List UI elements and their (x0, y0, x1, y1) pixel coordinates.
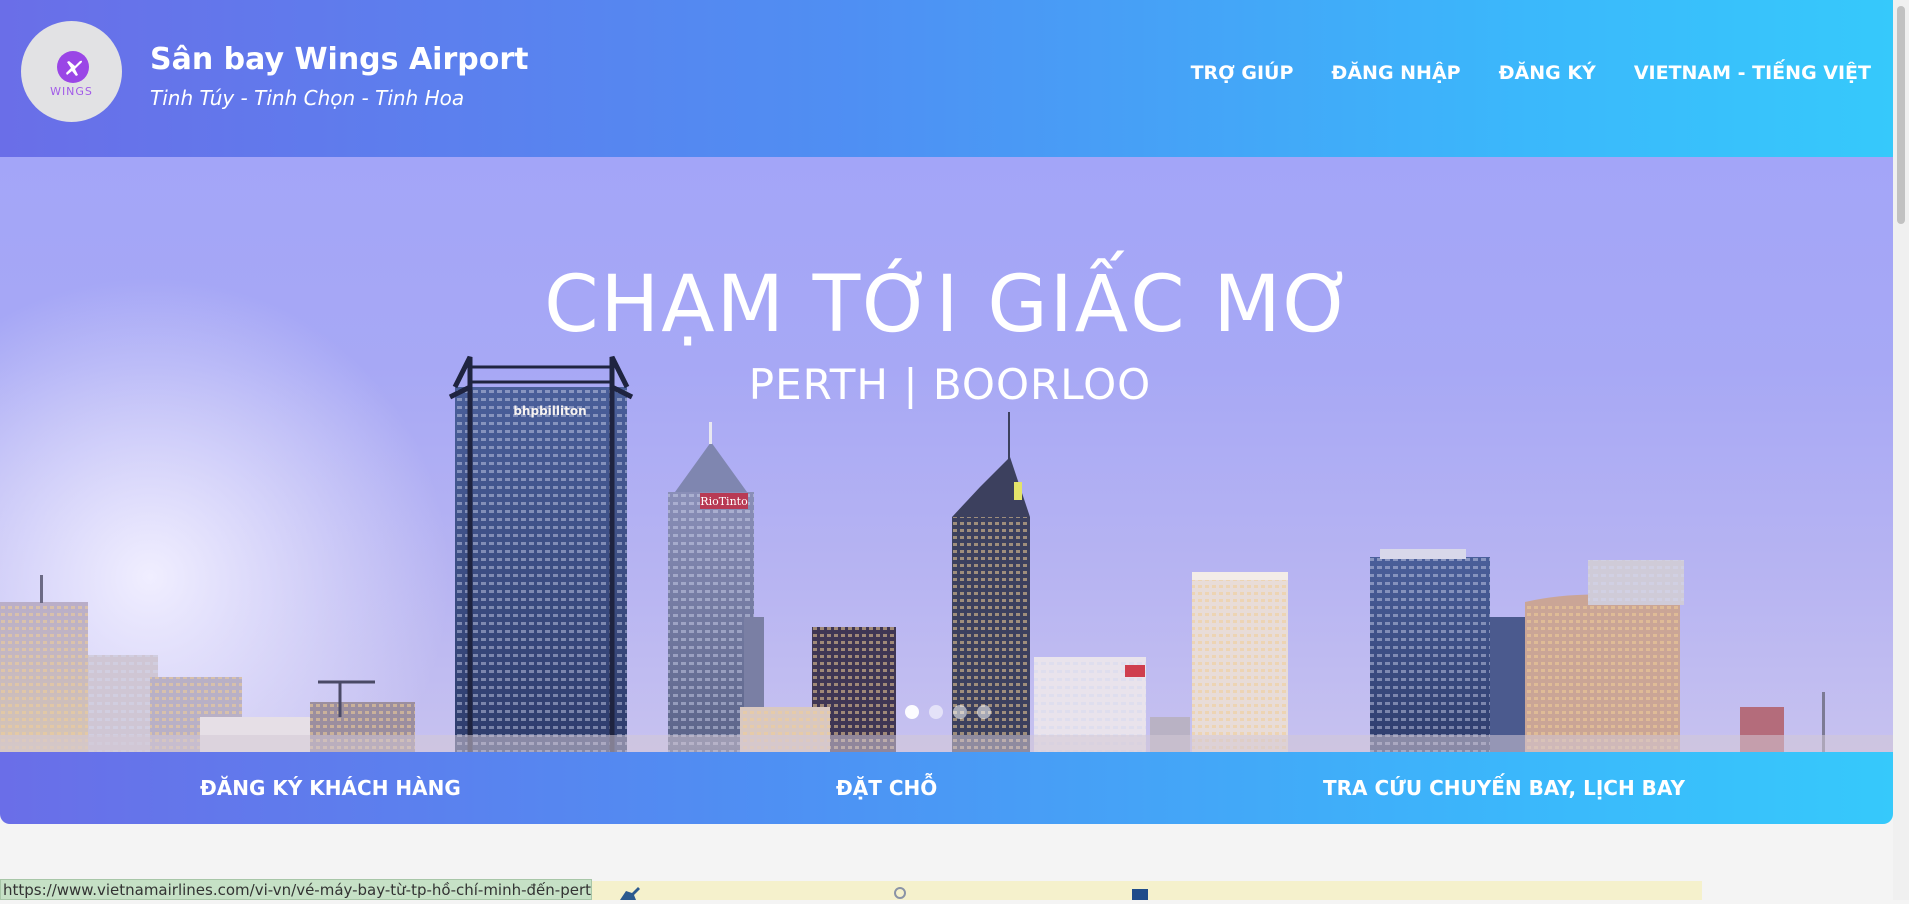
slider-dot-1[interactable] (905, 705, 919, 719)
location-icon[interactable] (894, 887, 906, 899)
slider-dot-3[interactable] (953, 705, 967, 719)
slider-dot-4[interactable] (977, 705, 991, 719)
flight-icon[interactable] (620, 887, 640, 900)
logo-text: WINGS (50, 85, 93, 98)
perth-skyline-image: bhpbilliton RioTinto (0, 355, 1893, 752)
hero-heading: CHẠM TỚI GIẤC MƠ (544, 260, 1356, 350)
booking-link[interactable]: ĐẶT CHỖ (836, 776, 937, 800)
service-navigation: ĐĂNG KÝ KHÁCH HÀNG ĐẶT CHỖ TRA CỨU CHUYẾ… (0, 752, 1893, 824)
hero-subheading: PERTH | BOORLOO (748, 360, 1152, 409)
airport-logo[interactable]: WINGS (21, 21, 122, 122)
search-panel (592, 881, 1702, 900)
nav-language-selector[interactable]: VIETNAM - TIẾNG VIỆT (1634, 62, 1871, 84)
hero-banner: bhpbilliton RioTinto CHẠM TỚI GIẤC MƠ PE… (0, 157, 1893, 752)
scrollbar-thumb[interactable] (1897, 6, 1905, 224)
hero-building-sign-2: RioTinto (700, 495, 748, 508)
slider-dot-2[interactable] (929, 705, 943, 719)
top-navigation: TRỢ GIÚP ĐĂNG NHẬP ĐĂNG KÝ VIETNAM - TIẾ… (1191, 62, 1871, 84)
plane-icon (57, 51, 89, 83)
nav-help[interactable]: TRỢ GIÚP (1191, 62, 1294, 84)
flight-lookup-link[interactable]: TRA CỨU CHUYẾN BAY, LỊCH BAY (1323, 776, 1685, 800)
site-slogan: Tinh Túy - Tinh Chọn - Tinh Hoa (150, 86, 465, 110)
status-bar-url: https://www.vietnamairlines.com/vi-vn/vé… (0, 879, 592, 900)
slider-pagination (905, 705, 991, 719)
nav-register[interactable]: ĐĂNG KÝ (1499, 62, 1596, 84)
site-header: WINGS Sân bay Wings Airport Tinh Túy - T… (0, 0, 1893, 157)
page-scrollbar[interactable] (1893, 0, 1909, 900)
site-title: Sân bay Wings Airport (150, 42, 529, 77)
customer-register-link[interactable]: ĐĂNG KÝ KHÁCH HÀNG (200, 776, 461, 800)
shield-icon[interactable] (1132, 889, 1148, 900)
nav-login[interactable]: ĐĂNG NHẬP (1331, 62, 1460, 84)
